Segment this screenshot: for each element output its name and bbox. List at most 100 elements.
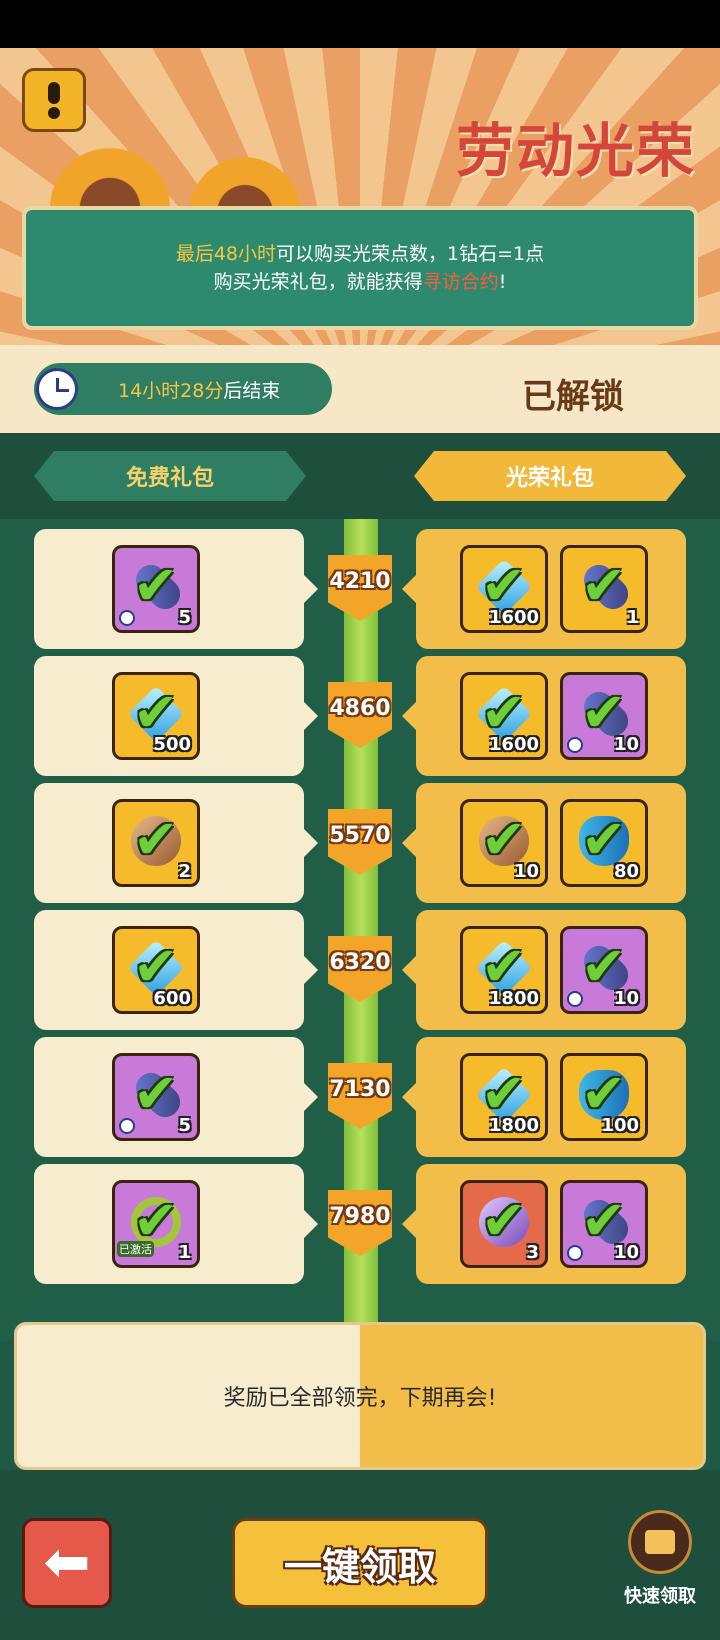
countdown-time: 14小时28分: [118, 379, 224, 402]
bottom-bar: ⬅ 一键领取 快速领取: [0, 1470, 720, 1640]
free-reward-card: ✔ 5: [34, 1037, 318, 1157]
quick-claim-button[interactable]: 快速领取: [610, 1510, 710, 1630]
reward-item-diamond[interactable]: ✔ 600: [112, 926, 200, 1014]
countdown-text: 14小时28分后结束: [118, 376, 280, 403]
reward-item-scroll[interactable]: ✔ 2: [112, 799, 200, 887]
item-count: 100: [601, 1115, 639, 1136]
quick-claim-label: 快速领取: [624, 1586, 696, 1607]
free-reward-card: ✔ 5: [34, 529, 318, 649]
notice-highlight: 寻访合约: [422, 271, 499, 293]
reward-item-diamond[interactable]: ✔ 1600: [460, 672, 548, 760]
milestone-points: 7980: [329, 1204, 391, 1229]
reward-item-scroll[interactable]: ✔ 10: [460, 799, 548, 887]
item-count: 1800: [488, 988, 539, 1009]
claimed-check-icon: ✔: [481, 1189, 527, 1252]
reward-item-ring[interactable]: 已激活 ✔ 1: [112, 1180, 200, 1268]
reward-row: ✔ 5 ✔ 1600 ✔ 1 4210: [0, 529, 720, 649]
reward-item-butterfly[interactable]: ✔ 100: [560, 1053, 648, 1141]
item-count: 1800: [488, 1115, 539, 1136]
claimed-check-icon: ✔: [581, 554, 627, 617]
milestone-points: 5570: [329, 823, 391, 848]
claimed-check-icon: ✔: [133, 554, 179, 617]
reward-tabs: 免费礼包 光荣礼包: [0, 433, 720, 519]
item-count: 10: [613, 988, 639, 1009]
claimed-check-icon: ✔: [133, 1062, 179, 1125]
points-milestone-badge: 6320: [328, 936, 392, 1002]
glory-reward-card: ✔ 1800 ✔ 10: [402, 910, 686, 1030]
points-milestone-badge: 7130: [328, 1063, 392, 1129]
item-count: 1: [178, 1242, 191, 1263]
back-button[interactable]: ⬅: [22, 1518, 112, 1608]
points-milestone-badge: 4210: [328, 555, 392, 621]
notice-highlight: 最后48小时: [175, 243, 277, 265]
countdown-suffix: 后结束: [223, 379, 281, 402]
reward-item-butterfly[interactable]: ✔ 80: [560, 799, 648, 887]
points-milestone-badge: 4860: [328, 682, 392, 748]
free-reward-card: ✔ 2: [34, 783, 318, 903]
free-reward-card: ✔ 500: [34, 656, 318, 776]
item-count: 5: [178, 607, 191, 628]
reward-item-pen[interactable]: ✔ 5: [112, 545, 200, 633]
reward-item-pen[interactable]: ✔ 10: [560, 1180, 648, 1268]
reward-row: ✔ 5 ✔ 1800 ✔ 100 7130: [0, 1037, 720, 1157]
item-count: 500: [153, 734, 191, 755]
item-count: 10: [613, 734, 639, 755]
reward-item-pen[interactable]: ✔ 5: [112, 1053, 200, 1141]
notice-text: 购买光荣礼包，就能获得: [213, 271, 423, 293]
glory-reward-card: ✔ 1600 ✔ 1: [402, 529, 686, 649]
item-count: 80: [613, 861, 639, 882]
reward-item-diamond[interactable]: ✔ 1800: [460, 926, 548, 1014]
milestone-points: 4860: [329, 696, 391, 721]
reward-item-diamond[interactable]: ✔ 1600: [460, 545, 548, 633]
item-count: 10: [613, 1242, 639, 1263]
reward-list[interactable]: ✔ 5 ✔ 1600 ✔ 1 4210 ✔ 500 ✔ 1600 ✔ 10 4860 ✔ 2 ✔ 10 ✔ 80 557…: [0, 519, 720, 1341]
free-reward-card: ✔ 600: [34, 910, 318, 1030]
free-reward-card: 已激活 ✔ 1: [34, 1164, 318, 1284]
chest-icon: [628, 1510, 692, 1574]
unlock-status: 已解锁: [522, 377, 624, 417]
claim-all-button[interactable]: 一键领取: [232, 1518, 488, 1608]
milestone-points: 7130: [329, 1077, 391, 1102]
milestone-points: 6320: [329, 950, 391, 975]
glory-reward-card: ✔ 3 ✔ 10: [402, 1164, 686, 1284]
tab-glory-pack[interactable]: 光荣礼包: [414, 451, 686, 501]
item-count: 10: [513, 861, 539, 882]
item-count: 5: [178, 1115, 191, 1136]
completion-banner: 奖励已全部领完，下期再会!: [14, 1322, 706, 1470]
countdown-pill: 14小时28分后结束: [34, 363, 332, 415]
reward-item-pen[interactable]: ✔ 10: [560, 672, 648, 760]
item-count: 2: [178, 861, 191, 882]
claim-all-label: 一键领取: [283, 1544, 436, 1589]
item-count: 1600: [488, 607, 539, 628]
glory-reward-card: ✔ 1800 ✔ 100: [402, 1037, 686, 1157]
notice-text: 可以购买光荣点数，1钻石=1点: [276, 243, 545, 265]
glory-reward-card: ✔ 10 ✔ 80: [402, 783, 686, 903]
event-title: 劳动光荣: [455, 117, 696, 185]
reward-row: ✔ 600 ✔ 1800 ✔ 10 6320: [0, 910, 720, 1030]
reward-item-pen[interactable]: ✔ 10: [560, 926, 648, 1014]
item-count: 1: [626, 607, 639, 628]
help-button[interactable]: [22, 68, 86, 132]
timer-bar: 14小时28分后结束 已解锁: [0, 345, 720, 433]
event-notice: 最后48小时可以购买光荣点数，1钻石=1点 购买光荣礼包，就能获得寻访合约!: [22, 206, 698, 330]
glory-reward-card: ✔ 1600 ✔ 10: [402, 656, 686, 776]
item-count: 1600: [488, 734, 539, 755]
claimed-check-icon: ✔: [133, 808, 179, 871]
points-milestone-badge: 7980: [328, 1190, 392, 1256]
clock-icon: [36, 368, 78, 410]
tab-free-pack[interactable]: 免费礼包: [34, 451, 306, 501]
reward-item-potion[interactable]: ✔ 3: [460, 1180, 548, 1268]
reward-item-diamond[interactable]: ✔ 500: [112, 672, 200, 760]
milestone-points: 4210: [329, 569, 391, 594]
reward-row: ✔ 500 ✔ 1600 ✔ 10 4860: [0, 656, 720, 776]
arrow-left-icon: ⬅: [43, 1530, 91, 1595]
reward-row: 已激活 ✔ 1 ✔ 3 ✔ 10 7980: [0, 1164, 720, 1284]
reward-item-pen[interactable]: ✔ 1: [560, 545, 648, 633]
notice-text: !: [498, 271, 507, 293]
reward-item-diamond[interactable]: ✔ 1800: [460, 1053, 548, 1141]
exclamation-icon: [48, 81, 60, 104]
claimed-check-icon: ✔: [133, 1189, 179, 1252]
item-count: 600: [153, 988, 191, 1009]
points-milestone-badge: 5570: [328, 809, 392, 875]
reward-row: ✔ 2 ✔ 10 ✔ 80 5570: [0, 783, 720, 903]
